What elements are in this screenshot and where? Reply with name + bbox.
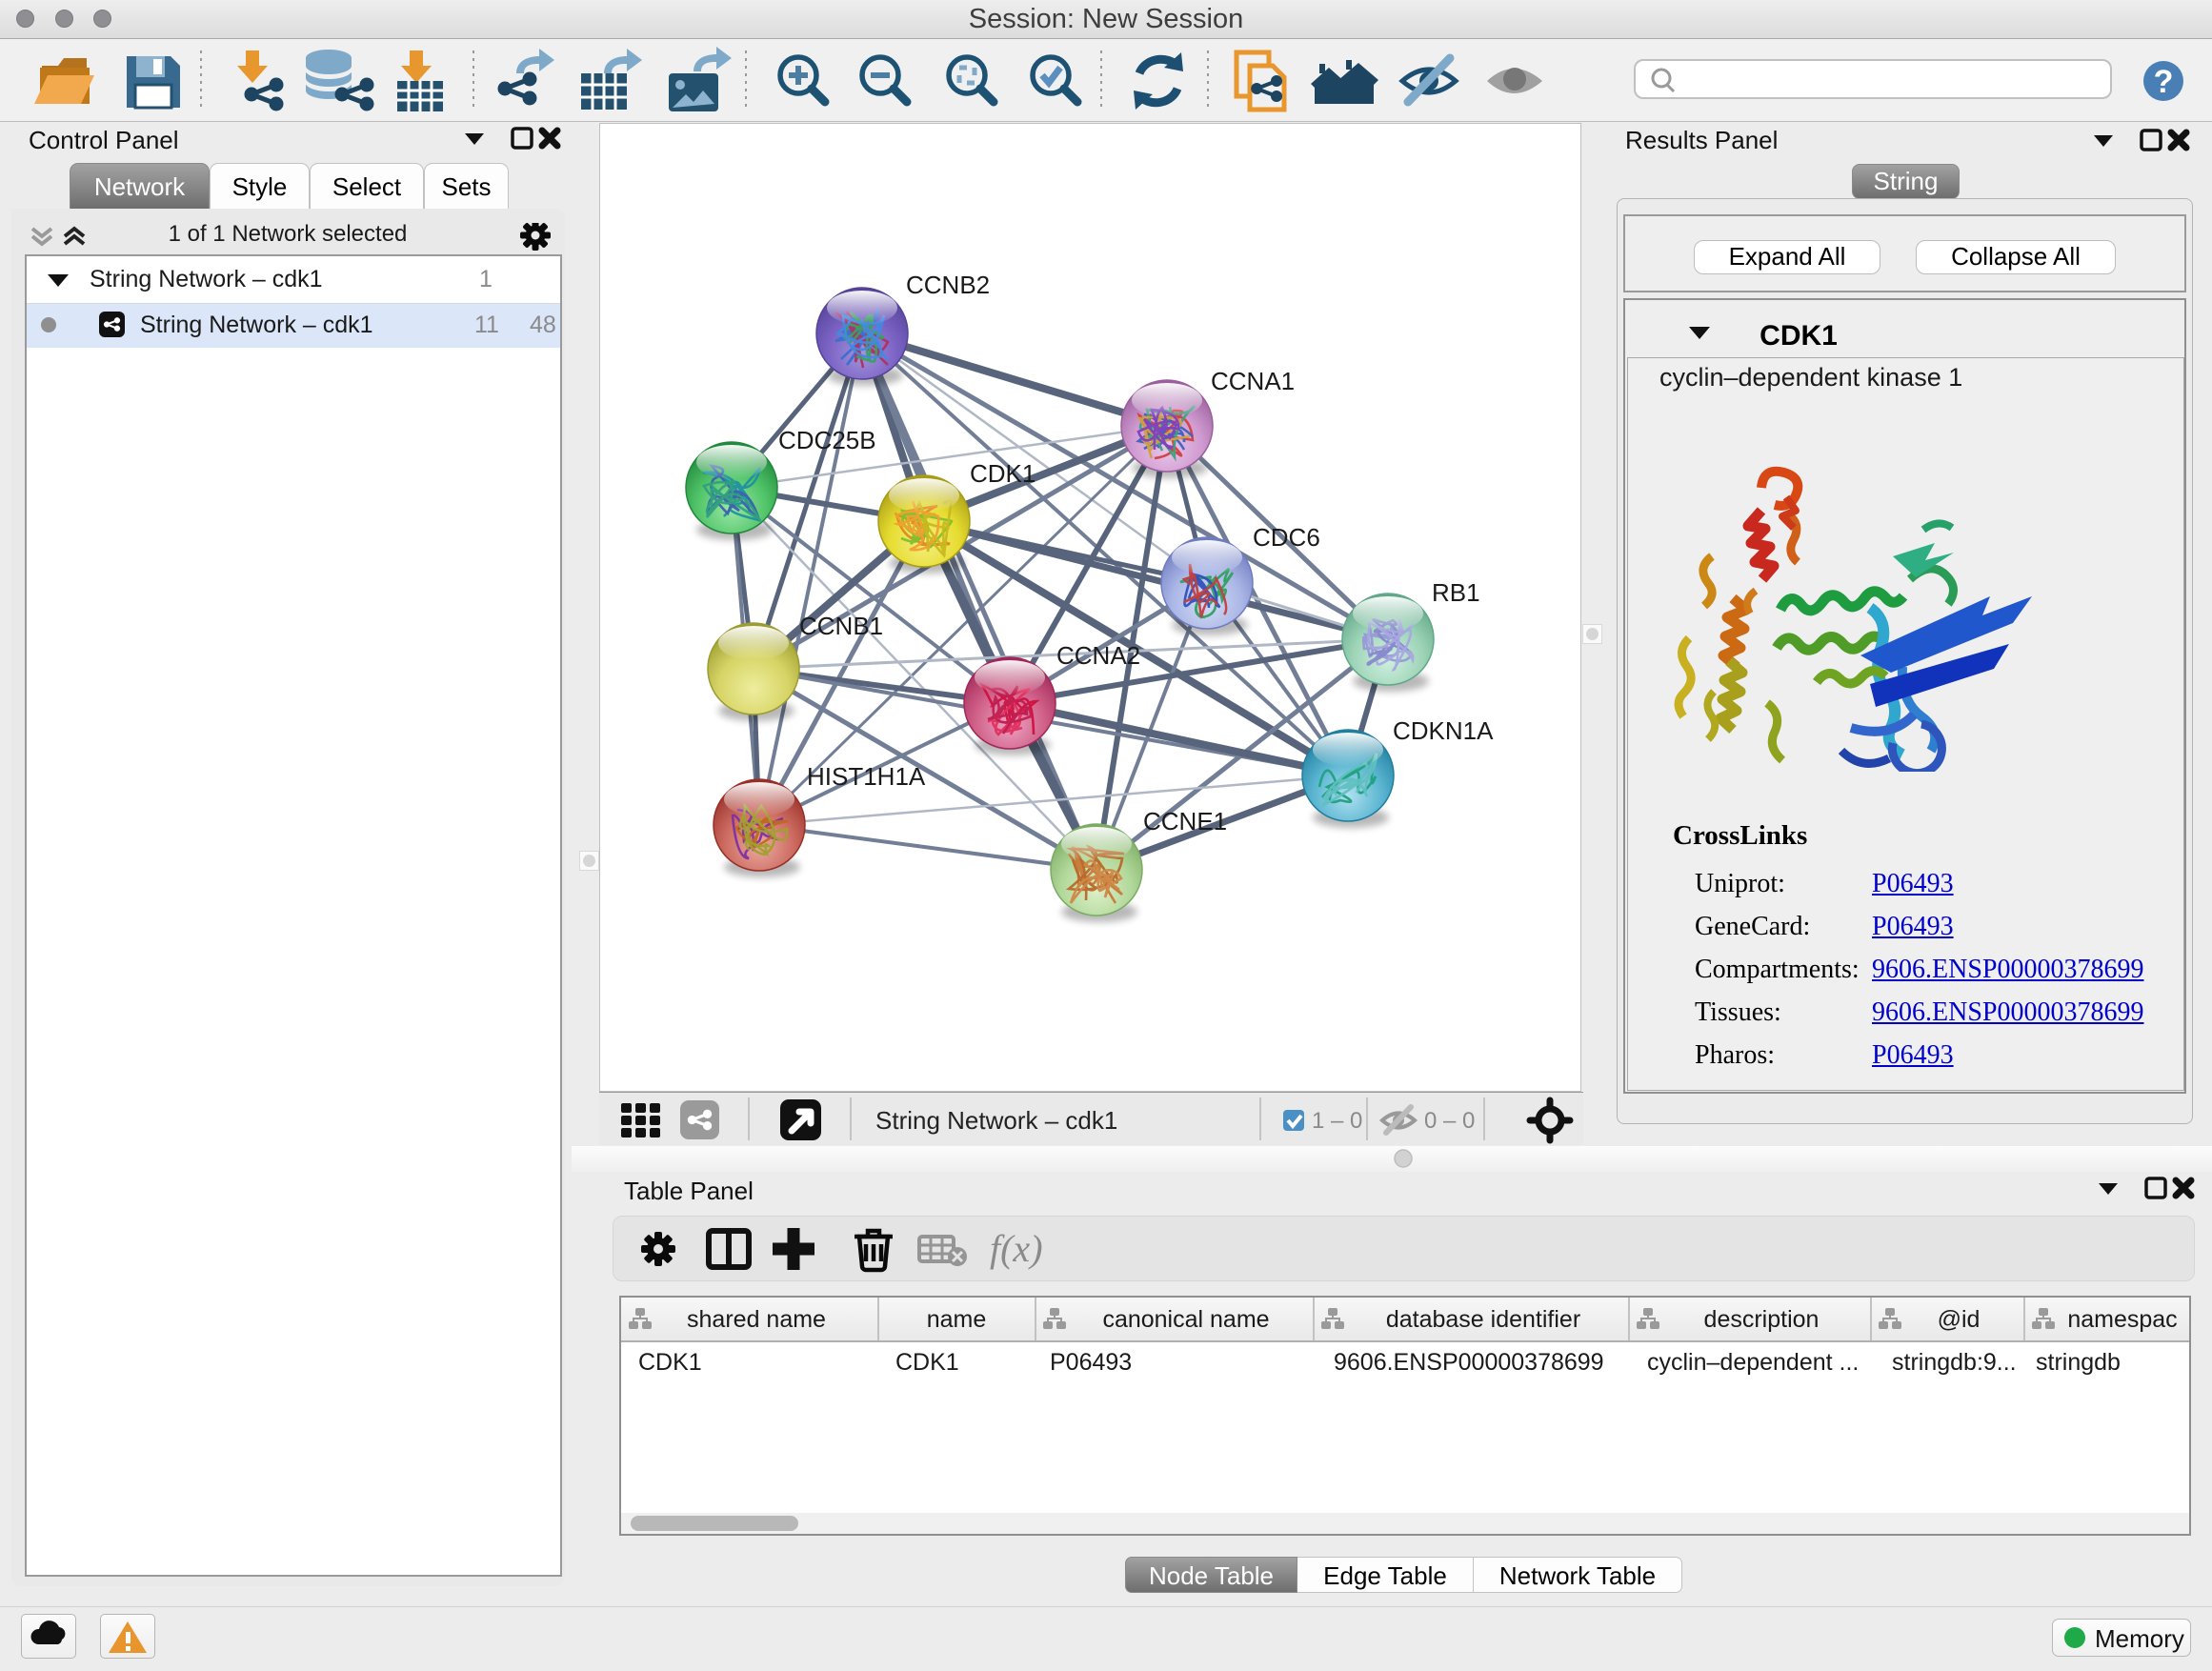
svg-text:CCNB1: CCNB1 bbox=[799, 612, 883, 640]
svg-text:name: name bbox=[927, 1306, 987, 1333]
svg-text:shared name: shared name bbox=[687, 1306, 826, 1333]
svg-text:CDKN1A: CDKN1A bbox=[1393, 716, 1494, 745]
svg-text:HIST1H1A: HIST1H1A bbox=[807, 762, 926, 791]
svg-text:canonical name: canonical name bbox=[1102, 1306, 1269, 1333]
svg-text:CDK1: CDK1 bbox=[970, 459, 1036, 488]
svg-text:CCNA1: CCNA1 bbox=[1211, 367, 1295, 395]
svg-text:1 – 0: 1 – 0 bbox=[1312, 1108, 1362, 1134]
svg-text:?: ? bbox=[2154, 64, 2174, 100]
svg-text:f(x): f(x) bbox=[990, 1227, 1043, 1270]
svg-text:namespac: namespac bbox=[2067, 1306, 2177, 1333]
svg-text:database identifier: database identifier bbox=[1386, 1306, 1580, 1333]
svg-text:RB1: RB1 bbox=[1432, 578, 1480, 607]
svg-text:CDC25B: CDC25B bbox=[778, 426, 876, 454]
svg-text:0 – 0: 0 – 0 bbox=[1424, 1108, 1475, 1134]
svg-text:CCNE1: CCNE1 bbox=[1143, 807, 1227, 836]
svg-text:String Network – cdk1: String Network – cdk1 bbox=[875, 1106, 1117, 1135]
svg-text:CCNA2: CCNA2 bbox=[1056, 641, 1140, 670]
svg-text:CCNB2: CCNB2 bbox=[906, 271, 990, 299]
svg-text:CDC6: CDC6 bbox=[1253, 523, 1320, 552]
svg-text:description: description bbox=[1704, 1306, 1820, 1333]
svg-text:@id: @id bbox=[1938, 1306, 1981, 1333]
